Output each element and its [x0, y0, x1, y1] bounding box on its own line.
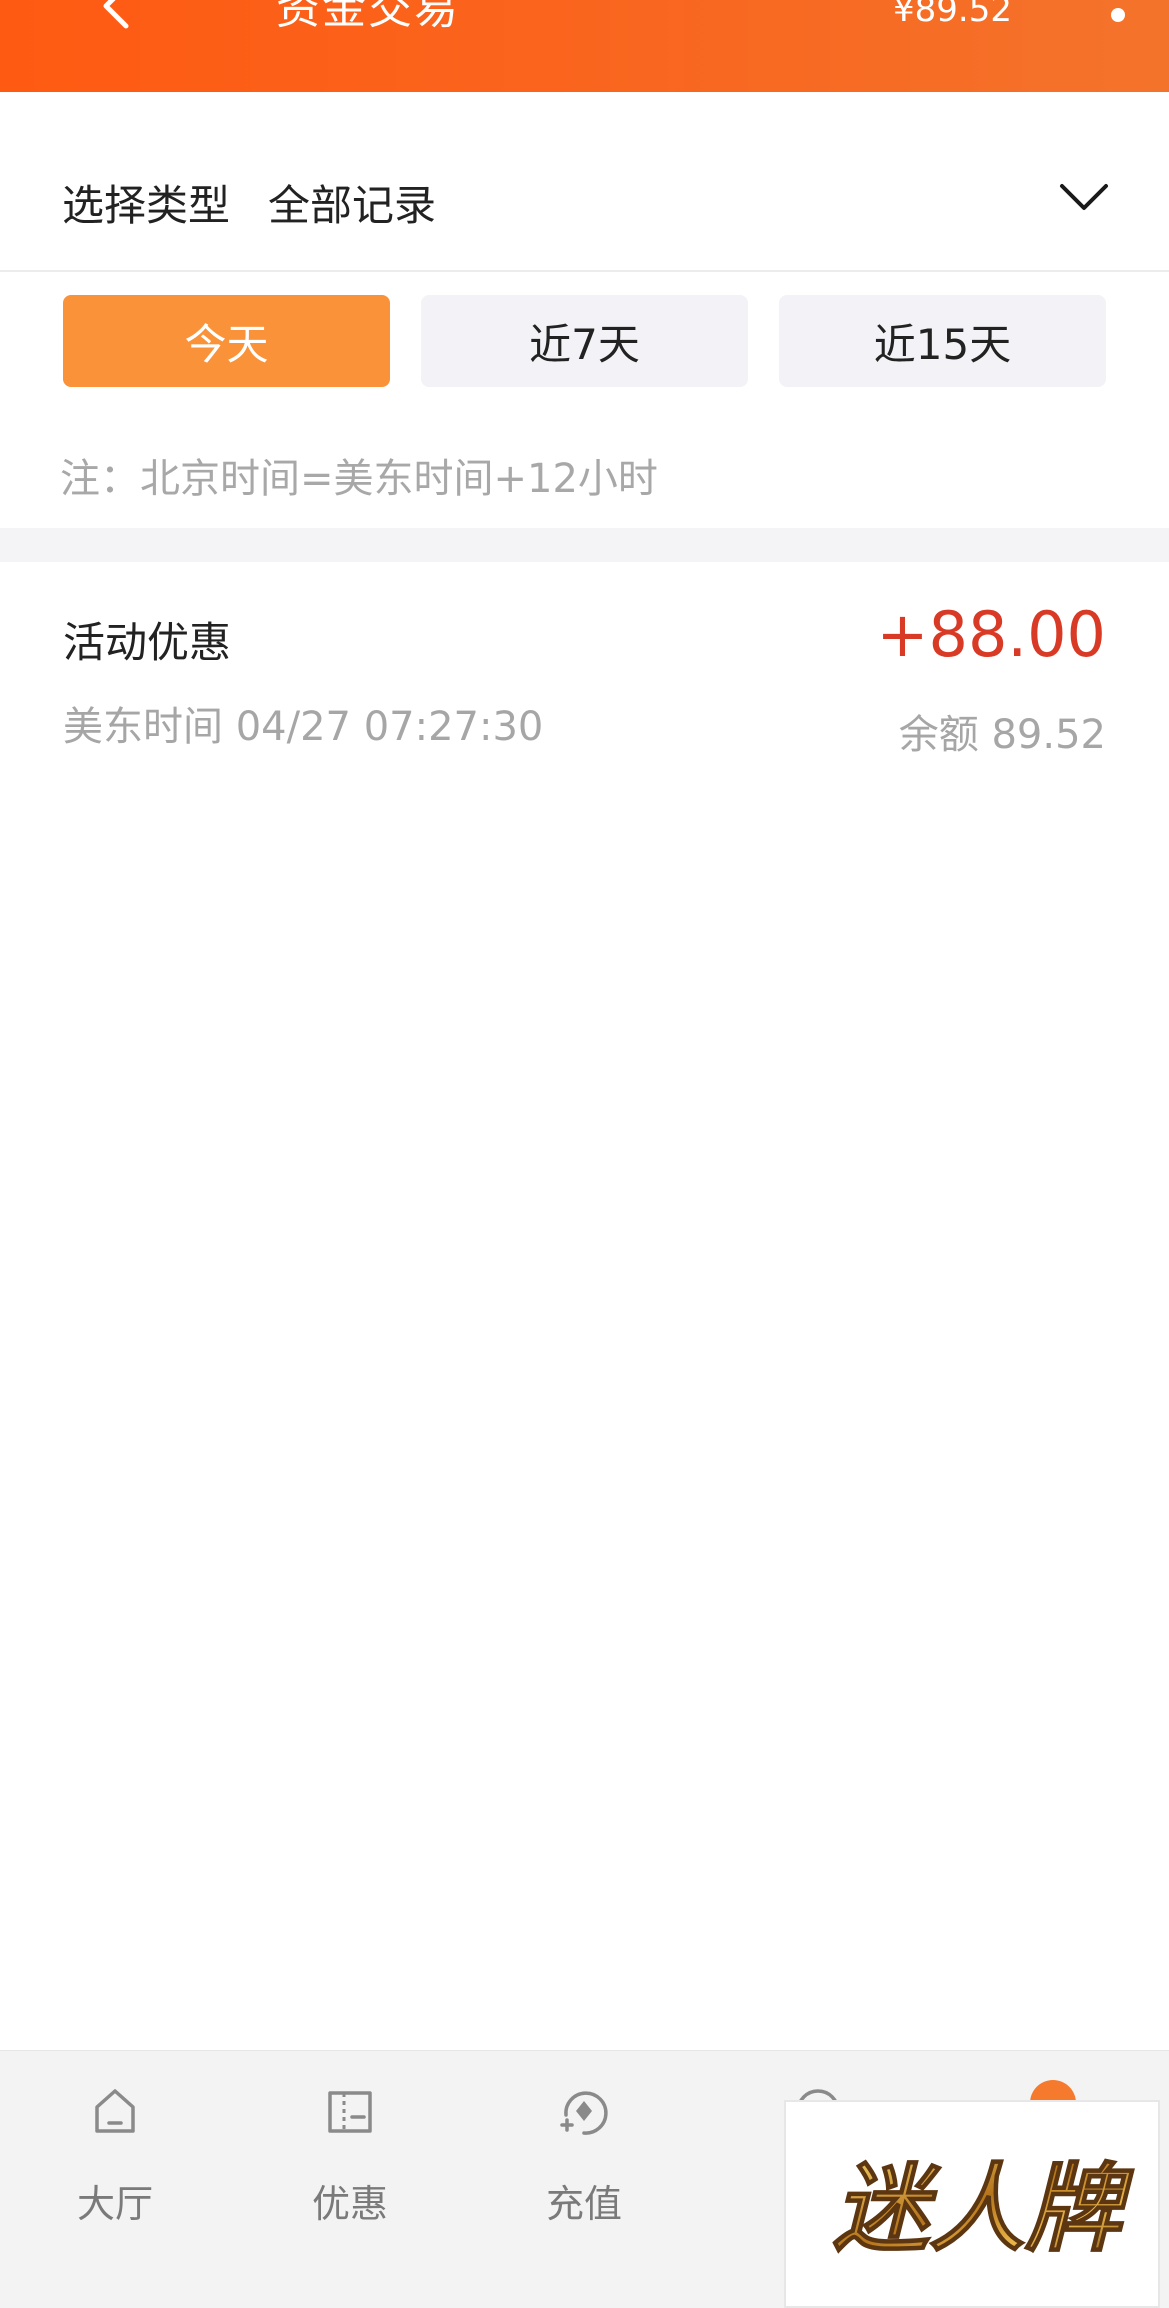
type-selector[interactable]: 选择类型 全部记录	[0, 92, 1169, 272]
nav-item-recharge[interactable]: 充值	[494, 2051, 674, 2251]
date-filter-today[interactable]: 今天	[63, 295, 390, 387]
section-divider	[0, 528, 1169, 562]
type-label: 选择类型	[62, 181, 231, 230]
transaction-record[interactable]: 活动优惠 美东时间 04/27 07:27:30 +88.00 余额 89.52	[0, 562, 1169, 762]
nav-label-lobby: 大厅	[76, 2182, 153, 2226]
watermark-logo: 迷人牌	[784, 2100, 1160, 2308]
record-amount: +88.00	[876, 598, 1106, 671]
more-menu-button[interactable]	[1111, 8, 1125, 22]
timezone-note: 注：北京时间=美东时间+12小时	[60, 456, 658, 502]
fund-transaction-page: 资金交易 ¥89.52 选择类型 全部记录 今天 近7天 近15天 注：北京时间…	[0, 0, 1169, 2308]
nav-label-recharge: 充值	[545, 2182, 622, 2226]
chevron-left-icon	[103, 0, 129, 29]
header-balance: ¥89.52	[893, 0, 1012, 30]
top-header: 资金交易 ¥89.52	[0, 0, 1169, 92]
watermark-text-graphic: 迷人牌	[832, 2152, 1134, 2266]
nav-item-lobby[interactable]: 大厅	[25, 2051, 205, 2251]
record-title: 活动优惠	[63, 618, 232, 667]
record-time: 美东时间 04/27 07:27:30	[63, 704, 544, 750]
recharge-icon	[560, 2091, 608, 2135]
svg-text:迷人牌: 迷人牌	[833, 2153, 1134, 2265]
date-filter-7-days[interactable]: 近7天	[421, 295, 748, 387]
page-title: 资金交易	[276, 0, 460, 34]
nav-label-promotions: 优惠	[311, 2182, 388, 2226]
type-value: 全部记录	[268, 181, 437, 230]
coupon-icon	[328, 2091, 372, 2133]
date-filter-15-days[interactable]: 近15天	[779, 295, 1106, 387]
chevron-down-icon[interactable]	[1059, 180, 1109, 214]
nav-item-promotions[interactable]: 优惠	[260, 2051, 440, 2251]
back-button[interactable]	[92, 0, 140, 30]
record-balance: 余额 89.52	[898, 712, 1106, 758]
home-icon	[95, 2089, 135, 2133]
